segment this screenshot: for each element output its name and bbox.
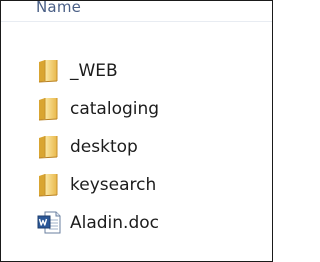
- item-label: desktop: [70, 137, 138, 157]
- list-item-keysearch-folder[interactable]: keysearch: [1, 169, 272, 201]
- list-item-aladin-doc[interactable]: Aladin.doc: [1, 207, 272, 239]
- list-item-web-folder[interactable]: _WEB: [1, 55, 272, 87]
- folder-icon: [36, 135, 62, 159]
- name-column-header[interactable]: Name: [36, 1, 81, 17]
- word-document-icon: [36, 211, 62, 235]
- item-label: keysearch: [70, 175, 157, 195]
- item-label: cataloging: [70, 99, 160, 119]
- file-explorer-pane: Name _WEB cataloging desktop keysearch A…: [0, 0, 273, 262]
- folder-icon: [36, 173, 62, 197]
- item-label: Aladin.doc: [70, 213, 160, 233]
- list-item-cataloging-folder[interactable]: cataloging: [1, 93, 272, 125]
- header-divider: [1, 21, 272, 22]
- list-item-desktop-folder[interactable]: desktop: [1, 131, 272, 163]
- item-label: _WEB: [70, 61, 118, 81]
- folder-icon: [36, 59, 62, 83]
- folder-icon: [36, 97, 62, 121]
